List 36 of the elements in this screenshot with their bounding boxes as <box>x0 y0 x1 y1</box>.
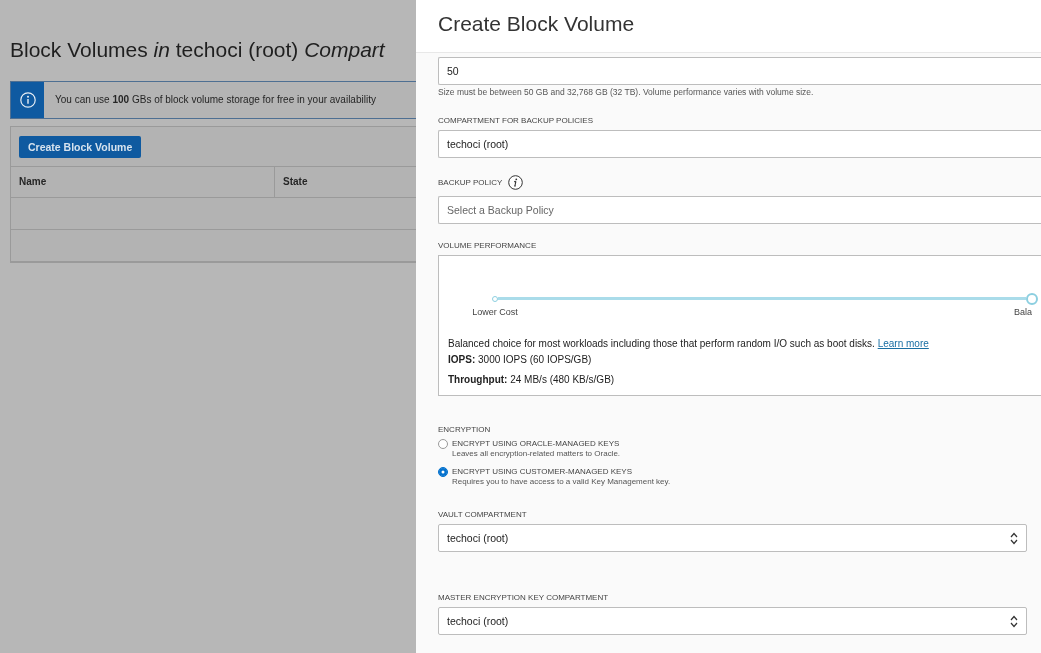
page-title: Block Volumes in techoci (root) Compart <box>10 37 387 63</box>
radio-button[interactable] <box>438 439 448 449</box>
chevron-up-down-icon <box>1010 614 1018 628</box>
key-compartment-select[interactable]: techoci (root) <box>438 607 1027 635</box>
chevron-up-down-icon <box>1010 531 1018 545</box>
slider-stop-label: Bala <box>1014 307 1032 318</box>
field-label: ENCRYPTION <box>438 425 492 435</box>
radio-option-description: Leaves all encryption-related matters to Oracle. <box>452 449 621 459</box>
info-icon[interactable] <box>508 175 524 190</box>
performance-description: Balanced choice for most workloads including those that perform random I/O such as boot disks. Learn more <box>448 337 930 351</box>
column-header[interactable]: State <box>275 167 416 197</box>
field-label: BACKUP POLICY <box>438 177 503 188</box>
learn-more-link[interactable]: Learn more <box>877 338 929 349</box>
radio-option-description: Requires you to have access to a valid Key Management key. <box>452 477 671 487</box>
create-block-volume-button[interactable]: Create Block Volume <box>19 136 142 158</box>
size-hint: Size must be between 50 GB and 32,768 GB (32 TB). Volume performance varies with volume size. <box>438 87 815 97</box>
field-label: MASTER ENCRYPTION KEY COMPARTMENT <box>438 593 610 603</box>
radio-button[interactable] <box>438 467 448 477</box>
iops-text: IOPS: 3000 IOPS (60 IOPS/GB) <box>448 353 593 367</box>
slider-stop[interactable] <box>1026 292 1038 305</box>
field-label: VAULT COMPARTMENT <box>438 510 528 520</box>
backup-policy-field[interactable]: Select a Backup Policy <box>438 196 1041 224</box>
slider-stop[interactable] <box>492 295 498 302</box>
backup-compartment-field[interactable]: techoci (root) <box>438 130 1041 158</box>
radio-option-title: ENCRYPT USING ORACLE-MANAGED KEYS <box>452 439 621 449</box>
info-icon <box>19 92 36 108</box>
field-label: VOLUME PERFORMANCE <box>438 241 538 251</box>
vault-compartment-select[interactable]: techoci (root) <box>438 524 1027 552</box>
panel-title: Create Block Volume <box>438 11 636 37</box>
notice-text: You can use 100 GBs of block volume storage for free in your availability <box>54 93 376 107</box>
size-field[interactable]: 50 <box>438 57 1041 85</box>
field-label: COMPARTMENT FOR BACKUP POLICIES <box>438 116 594 126</box>
column-header[interactable]: Name <box>11 167 275 197</box>
slider-stop-label: Lower Cost <box>472 307 518 318</box>
throughput-text: Throughput: 24 MB/s (480 KB/s/GB) <box>448 373 616 387</box>
radio-option-title: ENCRYPT USING CUSTOMER-MANAGED KEYS <box>452 467 634 477</box>
